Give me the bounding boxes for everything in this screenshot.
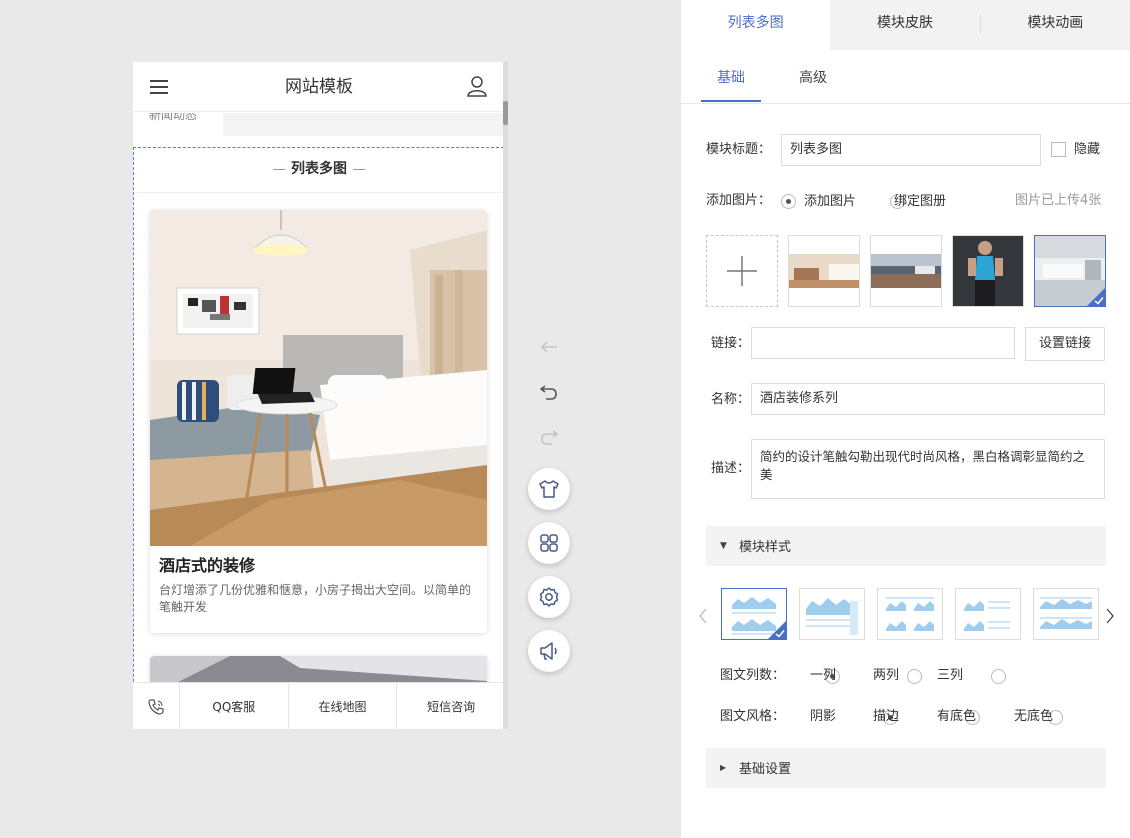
style-option-banner[interactable] — [1033, 588, 1099, 640]
phone-header: 网站模板 — [133, 62, 505, 112]
image-thumbnail[interactable] — [952, 235, 1024, 307]
module-title: 列表多图 — [133, 157, 505, 181]
columns-two-radio[interactable] — [907, 669, 923, 684]
description-label: 描述： — [711, 461, 751, 476]
image-thumbnail-selected[interactable] — [1034, 235, 1106, 307]
layout-grid-preview — [886, 597, 934, 631]
phone-scrollbar[interactable] — [503, 62, 508, 729]
list-item-card[interactable]: 酒店式的装修 台灯增添了几份优雅和惬意，小房子揭出大空间。以简单的笔触开发 — [150, 210, 487, 633]
site-title: 网站模板 — [285, 77, 353, 97]
hide-label: 隐藏 — [1074, 142, 1101, 157]
phone-scroll-thumb[interactable] — [503, 101, 508, 125]
module-title-label: 模块标题： — [706, 142, 772, 157]
link-label: 链接： — [711, 336, 751, 351]
style-option-single-column[interactable] — [721, 588, 787, 640]
redo-icon[interactable] — [540, 428, 558, 446]
grid-icon — [540, 534, 558, 552]
module-title-input[interactable]: 列表多图 — [781, 134, 1041, 166]
add-image-radio[interactable] — [781, 194, 796, 209]
image-thumbnail[interactable] — [870, 235, 942, 307]
tab-module-animation[interactable]: 模块动画 — [981, 0, 1130, 50]
check-icon — [1087, 288, 1105, 306]
add-image-option-label: 添加图片 — [804, 194, 857, 209]
check-icon — [768, 621, 786, 639]
qq-service-button[interactable]: QQ客服 — [179, 683, 288, 729]
set-link-button[interactable]: 设置链接 — [1025, 327, 1105, 361]
properties-panel: 列表多图 模块皮肤 模块动画 基础 高级 模块标题： 列表多图 隐藏 添加图片：… — [681, 0, 1130, 838]
card-title: 酒店式的装修 — [159, 556, 256, 575]
columns-three-label: 三列 — [937, 668, 964, 683]
style-option-two-column[interactable] — [877, 588, 943, 640]
image-thumbnail[interactable] — [788, 235, 860, 307]
style-label: 图文风格： — [720, 709, 786, 724]
style-option-wide-image[interactable] — [799, 588, 865, 640]
tshirt-icon — [539, 480, 559, 498]
columns-label: 图文列数： — [720, 668, 786, 683]
back-arrow-icon[interactable] — [540, 339, 558, 355]
tab-module-skin[interactable]: 模块皮肤 — [830, 0, 979, 50]
phone-call-button[interactable] — [133, 683, 179, 729]
title-dash-right — [353, 168, 365, 170]
nav-strip-tab[interactable]: 新闻动态 — [133, 113, 223, 136]
add-image-label: 添加图片： — [706, 193, 772, 208]
style-border-label: 描边 — [873, 709, 900, 724]
layout-wide-preview — [806, 598, 858, 635]
undo-icon[interactable] — [540, 383, 558, 401]
phone-preview: 网站模板 新闻动态 列表多图 酒店式的装修 台灯增添了几份优雅和惬意，小房子揭出… — [133, 62, 505, 729]
basic-settings-section-header[interactable]: ▶ 基础设置 — [706, 748, 1106, 788]
phone-footer-bar: QQ客服 在线地图 短信咨询 — [133, 682, 505, 729]
user-icon[interactable] — [467, 76, 487, 97]
layout-left-image-preview — [964, 601, 1010, 631]
broadcast-tool-button[interactable] — [528, 630, 570, 672]
name-label: 名称： — [711, 392, 751, 407]
style-filled-label: 有底色 — [937, 709, 977, 724]
megaphone-icon — [540, 642, 557, 660]
hide-checkbox[interactable] — [1051, 142, 1066, 157]
columns-one-label: 一列 — [810, 668, 837, 683]
bind-album-option-label: 绑定图册 — [894, 194, 947, 209]
columns-three-radio[interactable] — [990, 669, 1006, 684]
online-map-button[interactable]: 在线地图 — [287, 683, 397, 729]
lounge-thumbnail-image — [871, 236, 941, 306]
plus-icon — [727, 256, 757, 286]
chevron-left-icon[interactable] — [698, 607, 708, 625]
hotel-room-image — [150, 210, 487, 546]
settings-tool-button[interactable] — [528, 576, 570, 618]
layout-banner-preview — [1040, 597, 1092, 629]
modules-tool-button[interactable] — [528, 522, 570, 564]
name-input[interactable]: 酒店装修系列 — [751, 383, 1105, 415]
sms-consult-button[interactable]: 短信咨询 — [396, 683, 505, 729]
panel-sub-tabs: 基础 高级 — [681, 50, 1130, 104]
uploaded-count-text: 图片已上传4张 — [1015, 193, 1102, 208]
columns-two-label: 两列 — [873, 668, 900, 683]
card-description: 台灯增添了几份优雅和惬意，小房子揭出大空间。以简单的笔触开发 — [159, 583, 472, 614]
description-textarea[interactable]: 简约的设计笔触勾勒出现代时尚风格，黑白格调彰显简约之美 — [751, 439, 1105, 499]
add-image-button[interactable] — [706, 235, 778, 307]
caret-down-icon: ▼ — [720, 541, 727, 551]
caret-right-icon: ▶ — [720, 763, 727, 772]
chevron-right-icon[interactable] — [1105, 607, 1115, 625]
tab-list-multi-image[interactable]: 列表多图 — [681, 0, 831, 50]
module-style-section-header[interactable]: ▼ 模块样式 — [706, 526, 1106, 566]
link-input[interactable] — [751, 327, 1015, 359]
style-option-left-image[interactable] — [955, 588, 1021, 640]
subtab-basic[interactable]: 基础 — [717, 67, 745, 87]
phone-icon — [148, 698, 164, 715]
runner-thumbnail-image — [953, 236, 1023, 306]
style-nofill-label: 无底色 — [1014, 709, 1054, 724]
module-title-divider — [134, 192, 504, 193]
panel-top-tabs: 列表多图 模块皮肤 模块动画 — [681, 0, 1130, 50]
gear-icon — [539, 587, 559, 607]
title-dash-left — [273, 168, 285, 170]
style-shadow-label: 阴影 — [810, 709, 837, 724]
bedroom-thumbnail-image — [789, 236, 859, 306]
skin-tool-button[interactable] — [528, 468, 570, 510]
active-subtab-underline — [701, 100, 761, 102]
subtab-advanced[interactable]: 高级 — [799, 67, 827, 87]
